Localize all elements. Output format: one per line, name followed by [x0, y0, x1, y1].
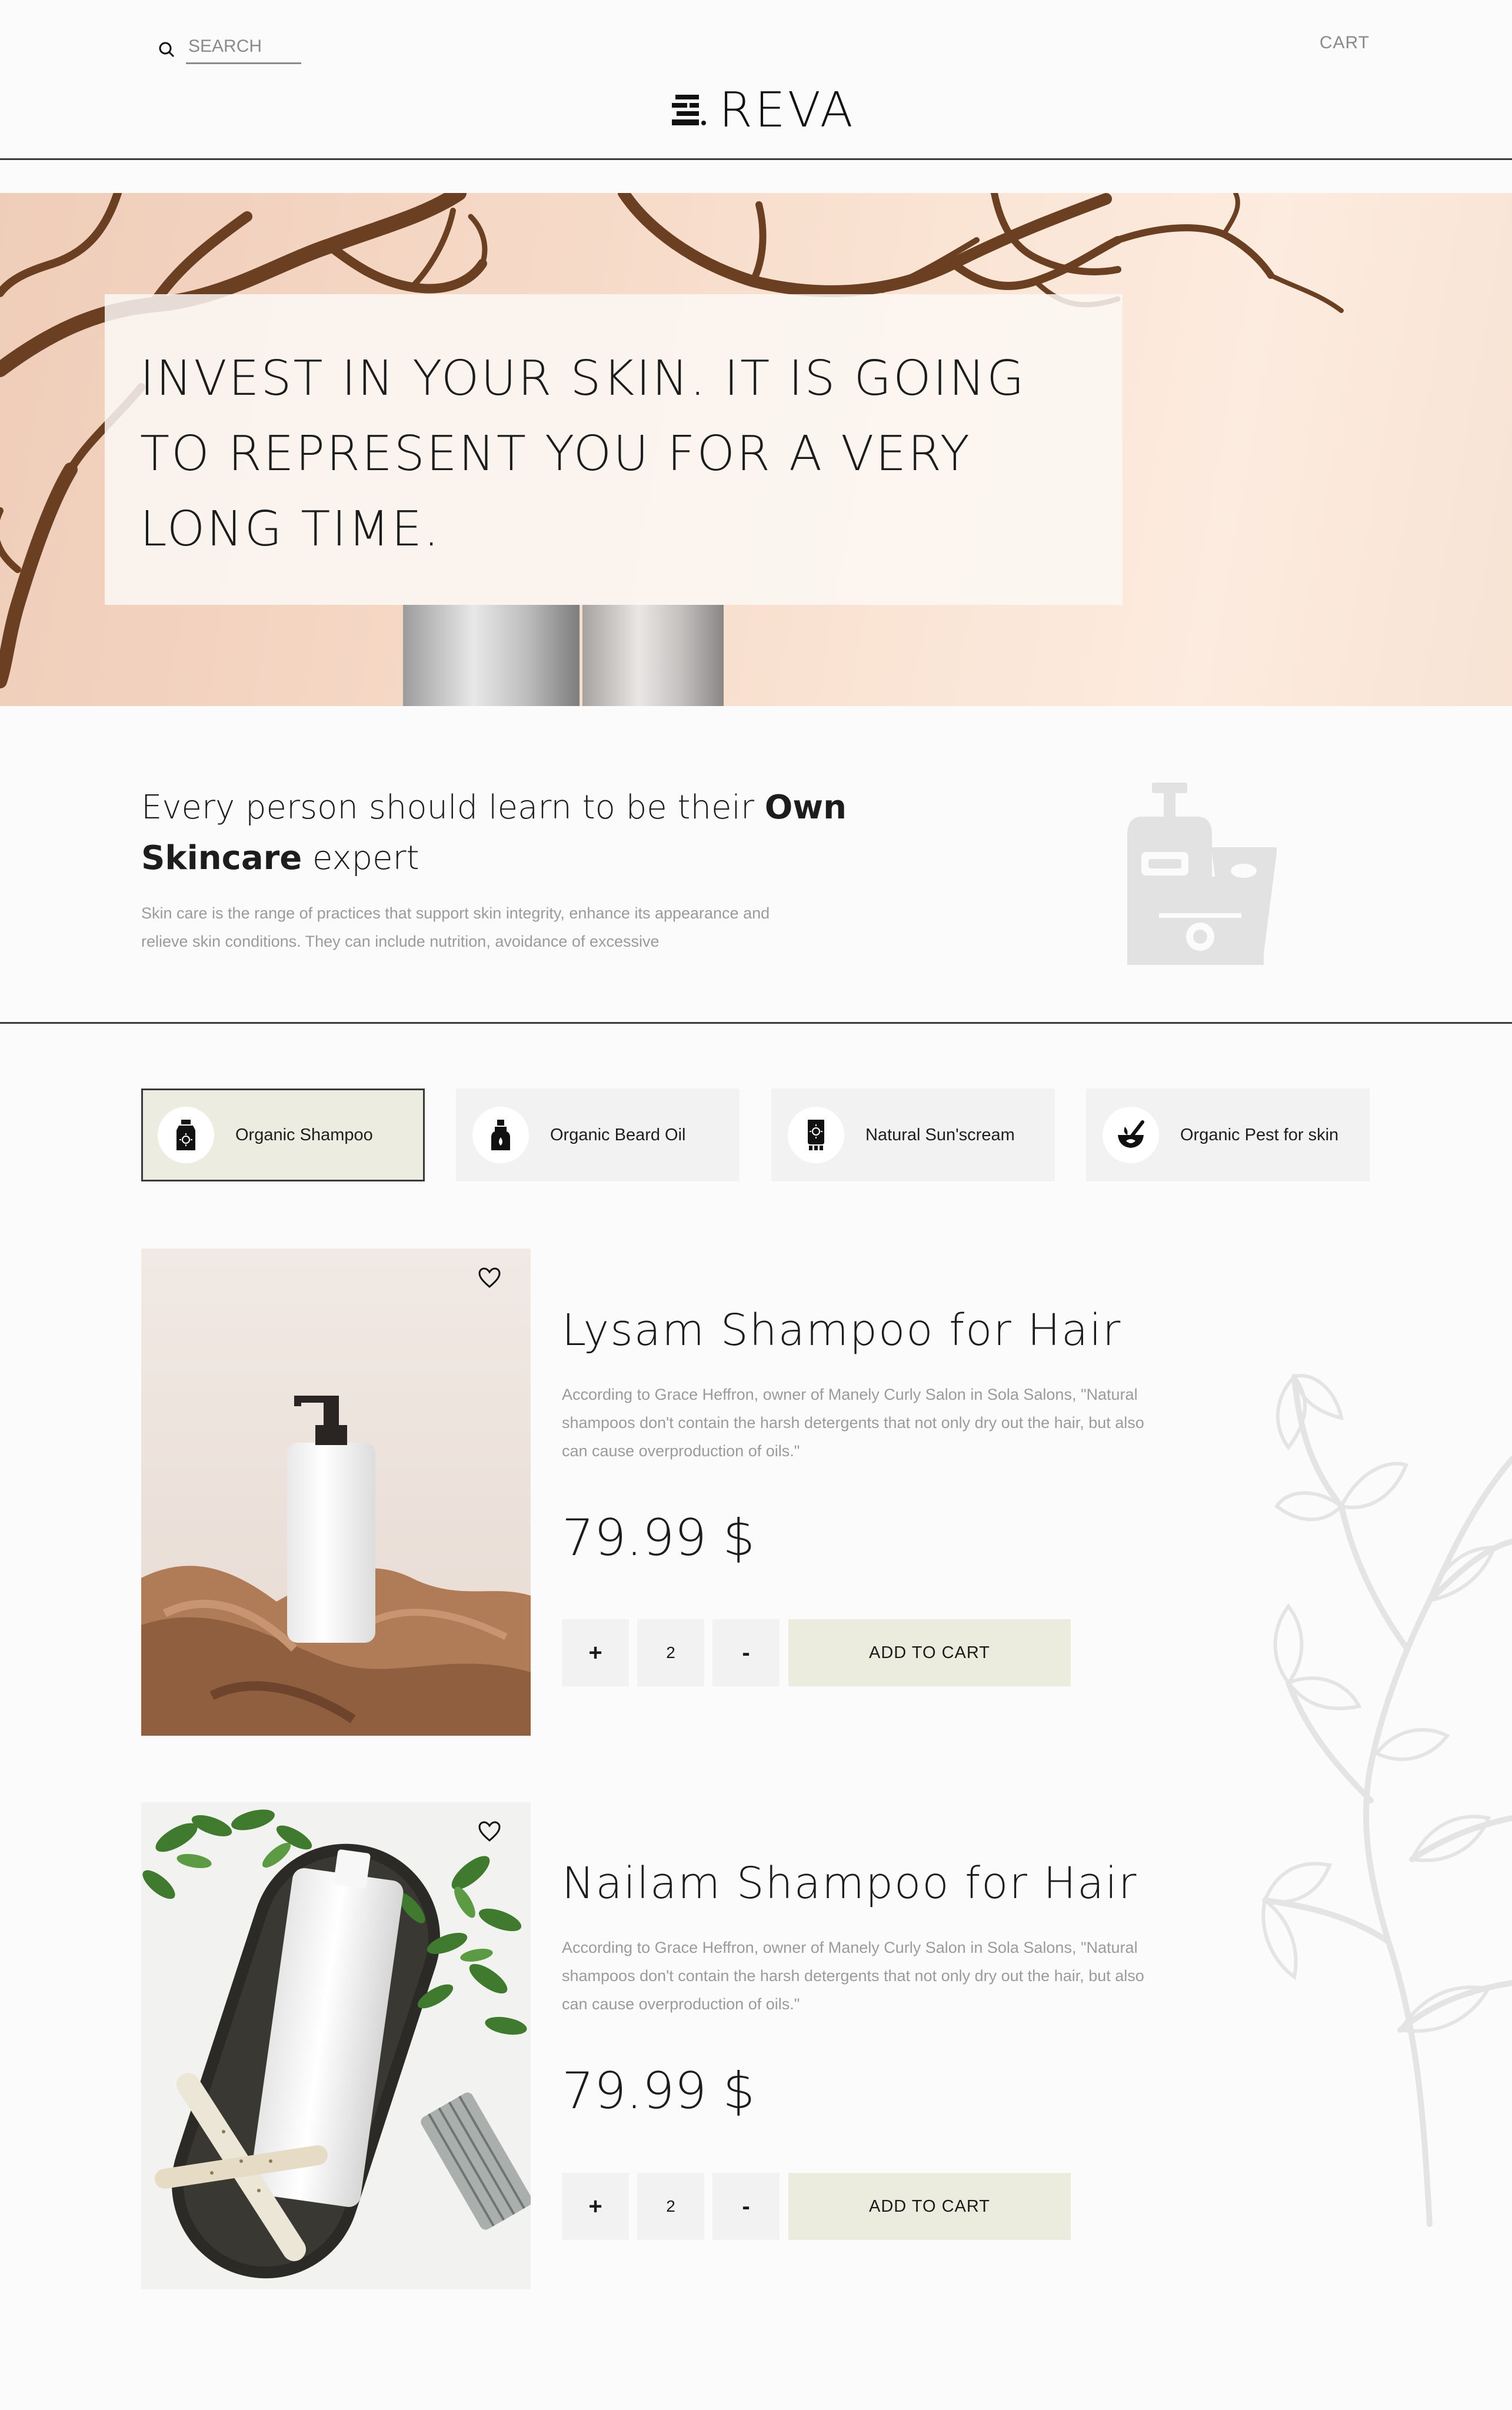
add-to-cart-button[interactable]: ADD TO CART [788, 2173, 1071, 2240]
search-bar [158, 34, 301, 64]
cart-link[interactable]: CART [1320, 33, 1370, 53]
product-description: According to Grace Heffron, owner of Man… [562, 1939, 1144, 2013]
logo-icon [672, 94, 706, 125]
category-label: Organic Shampoo [235, 1125, 373, 1144]
quantity-decrease-button[interactable]: - [712, 1619, 780, 1686]
heart-icon [478, 1267, 501, 1288]
quantity-increase-button[interactable]: + [562, 2173, 629, 2240]
favorite-button[interactable] [477, 1265, 502, 1291]
product-name: Lysam Shampoo for Hair [562, 1305, 1122, 1356]
category-icon-wrap [788, 1107, 844, 1163]
quantity-value[interactable]: 2 [637, 2173, 704, 2240]
category-label: Natural Sun'scream [865, 1125, 1015, 1144]
shampoo-bottle-icon [176, 1120, 195, 1150]
category-label: Organic Pest for skin [1180, 1125, 1339, 1144]
plant-line-art [1261, 1374, 1512, 2227]
category-organic-pest-for-skin[interactable]: Organic Pest for skin [1086, 1089, 1370, 1181]
category-organic-shampoo[interactable]: Organic Shampoo [141, 1089, 425, 1181]
category-icon-wrap [472, 1107, 529, 1163]
add-to-cart-button[interactable]: ADD TO CART [788, 1619, 1071, 1686]
product-description: According to Grace Heffron, owner of Man… [562, 1386, 1144, 1460]
quantity-value[interactable]: 2 [637, 1619, 704, 1686]
category-organic-beard-oil[interactable]: Organic Beard Oil [456, 1089, 740, 1181]
mortar-pestle-icon [1118, 1120, 1144, 1148]
product-price: 79.99 $ [562, 2062, 755, 2121]
category-icon-wrap [1103, 1107, 1159, 1163]
sunscreen-icon [808, 1120, 824, 1150]
hero-headline: INVEST IN YOUR SKIN. IT IS GOING TO REPR… [140, 351, 1026, 557]
product-price: 79.99 $ [562, 1509, 755, 1567]
brand-name: REVA [719, 82, 855, 138]
quantity-increase-button[interactable]: + [562, 1619, 629, 1686]
intro-heading: Every person should learn to be their Ow… [141, 788, 847, 877]
hero-card: INVEST IN YOUR SKIN. IT IS GOING TO REPR… [105, 294, 1123, 605]
hero-banner: INVEST IN YOUR SKIN. IT IS GOING TO REPR… [0, 193, 1512, 706]
favorite-button[interactable] [477, 1819, 502, 1845]
product-photo-lysam [141, 1249, 531, 1736]
site-header: CART REVA [0, 0, 1512, 160]
oil-bottle-icon [491, 1120, 510, 1150]
heart-icon [478, 1821, 501, 1842]
search-input[interactable] [186, 34, 301, 64]
category-label: Organic Beard Oil [550, 1125, 686, 1144]
skincare-products-illustration [1127, 783, 1277, 965]
quantity-decrease-button[interactable]: - [712, 2173, 780, 2240]
category-natural-sunscreen[interactable]: Natural Sun'scream [771, 1089, 1055, 1181]
product-name: Nailam Shampoo for Hair [562, 1858, 1138, 1909]
product-image-2[interactable] [141, 1802, 531, 2289]
product-photo-nailam [141, 1802, 531, 2289]
intro-section: Every person should learn to be their Ow… [0, 706, 1512, 1024]
category-icon-wrap [158, 1107, 214, 1163]
search-icon[interactable] [158, 41, 175, 58]
product-image-1[interactable] [141, 1249, 531, 1736]
brand-logo[interactable]: REVA [672, 82, 855, 138]
intro-text: Skin care is the range of practices that… [141, 904, 770, 950]
